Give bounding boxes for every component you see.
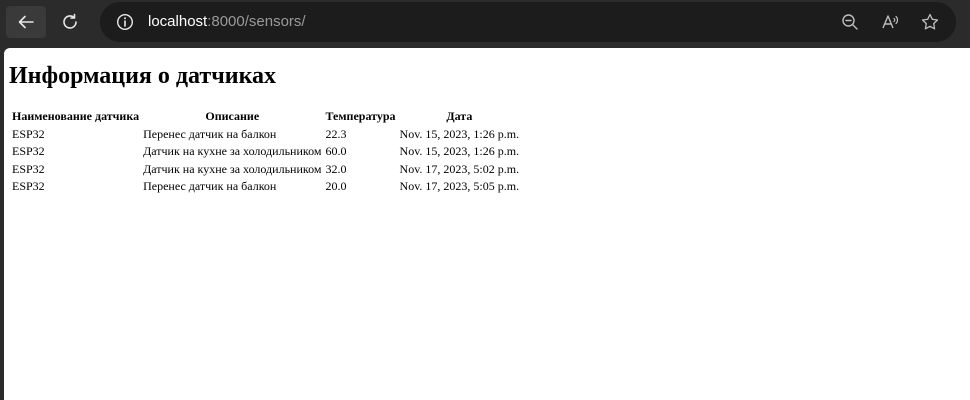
url-path: :8000/sensors/ [207,13,306,30]
cell-description: Датчик на кухне за холодильником [143,144,322,158]
table-header-row: Наименование датчика Описание Температур… [11,109,520,125]
cell-description: Перенес датчик на балкон [143,179,277,193]
cell-temperature: 60.0 [325,144,347,158]
cell-name: ESP32 [12,161,45,176]
cell-date: Nov. 15, 2023, 1:26 p.m. [399,126,520,141]
url-text[interactable]: localhost:8000/sensors/ [148,13,306,31]
zoom-out-icon[interactable] [840,12,860,32]
page-title: Информация о датчиках [9,63,277,89]
table-row: ESP32 Датчик на кухне за холодильником 3… [11,162,520,178]
back-button[interactable] [6,6,46,38]
reload-icon [63,13,77,29]
cell-temperature: 20.0 [325,179,347,193]
cell-name: ESP32 [12,144,45,158]
cell-temperature: 32.0 [325,161,347,176]
page-content: Информация о датчиках Наименование датчи… [4,48,970,400]
column-header-date: Дата [446,109,473,123]
cell-date: Nov. 17, 2023, 5:02 p.m. [399,161,520,176]
cell-description: Датчик на кухне за холодильником [143,161,322,176]
sensors-table: Наименование датчика Описание Температур… [9,107,522,197]
arrow-left-icon [18,15,34,29]
reload-button[interactable] [50,6,90,38]
cell-name: ESP32 [12,126,45,141]
column-header-name: Наименование датчика [12,109,140,123]
cell-date: Nov. 17, 2023, 5:05 p.m. [399,179,520,193]
cell-name: ESP32 [12,179,45,193]
table-row: ESP32 Датчик на кухне за холодильником 6… [11,144,520,160]
cell-temperature: 22.3 [325,126,347,141]
address-bar[interactable]: localhost:8000/sensors/ [100,2,956,42]
cell-date: Nov. 15, 2023, 1:26 p.m. [399,144,520,158]
table-row: ESP32 Перенес датчик на балкон 22.3 Nov.… [11,127,520,143]
table-row: ESP32 Перенес датчик на балкон 20.0 Nov.… [11,179,520,195]
info-icon[interactable] [116,13,134,31]
star-icon[interactable] [920,12,940,32]
cell-description: Перенес датчик на балкон [143,126,277,141]
browser-toolbar: localhost:8000/sensors/ [0,0,970,44]
read-aloud-icon[interactable] [880,12,900,32]
column-header-temperature: Температура [325,109,396,123]
url-host: localhost [148,13,208,30]
column-header-description: Описание [205,109,260,123]
